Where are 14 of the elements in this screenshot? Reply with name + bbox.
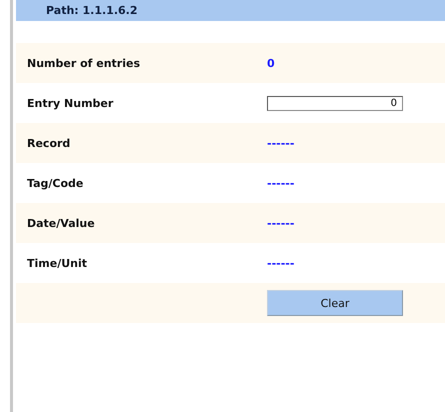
- path-label: Path: 1.1.1.6.2: [46, 4, 138, 17]
- entry-number-field[interactable]: 0: [267, 96, 403, 111]
- field-label: Number of entries: [27, 56, 142, 70]
- field-value: ------: [267, 136, 294, 150]
- field-value: ------: [267, 256, 294, 270]
- field-label: Time/Unit: [27, 256, 88, 270]
- field-label: Tag/Code: [27, 176, 84, 190]
- field-value: ------: [267, 176, 294, 190]
- field-label: Record: [27, 136, 72, 150]
- field-label: Entry Number: [27, 96, 114, 110]
- field-value: ------: [267, 216, 294, 230]
- field-value: 0: [267, 56, 275, 70]
- field-label: Date/Value: [27, 216, 96, 230]
- clear-button[interactable]: Clear: [267, 290, 403, 316]
